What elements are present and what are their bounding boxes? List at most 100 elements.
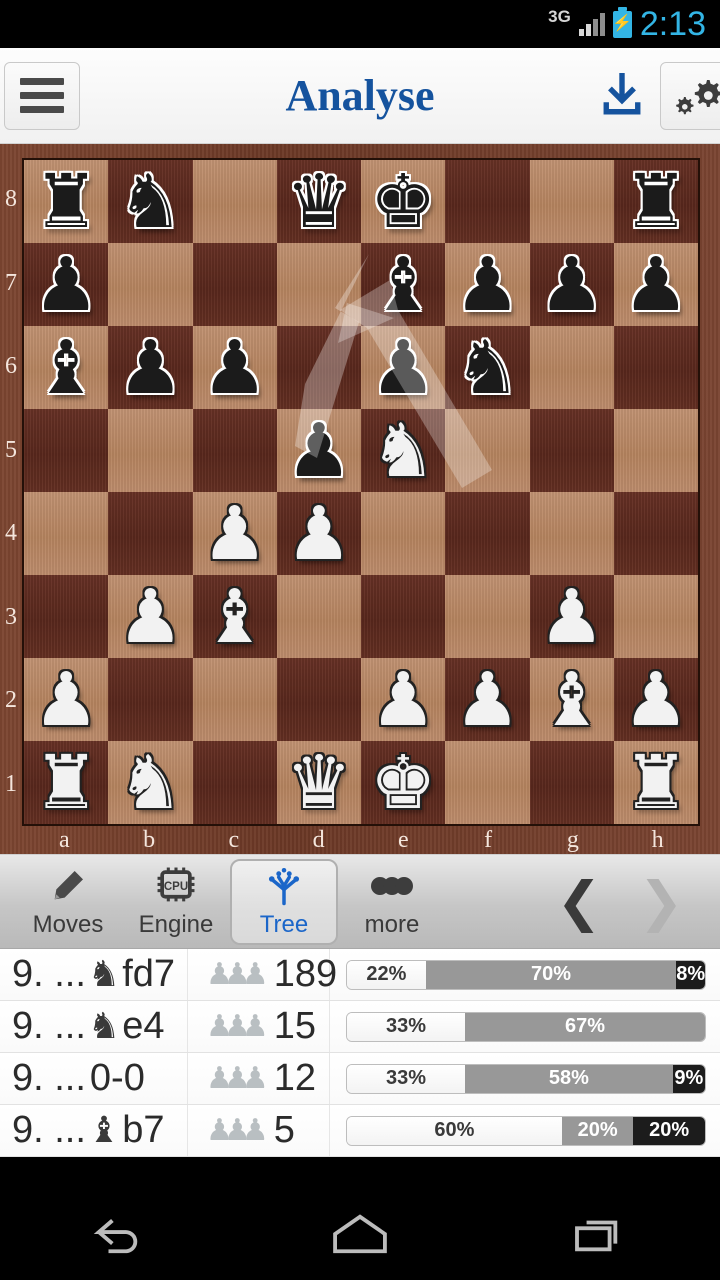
back-button[interactable]: [60, 1204, 180, 1264]
square-d7[interactable]: [276, 243, 361, 326]
square-d6[interactable]: [276, 326, 361, 409]
square-a7[interactable]: ♟: [24, 243, 109, 326]
next-move-button[interactable]: ❯: [620, 859, 702, 945]
square-f5[interactable]: [445, 409, 530, 492]
white-king-e1[interactable]: ♚: [361, 741, 445, 824]
square-c3[interactable]: ♝: [192, 575, 277, 658]
tool-moves[interactable]: Moves: [14, 859, 122, 945]
square-b7[interactable]: [108, 243, 193, 326]
white-rook-a1[interactable]: ♜: [24, 741, 108, 824]
recents-button[interactable]: [540, 1204, 660, 1264]
square-g5[interactable]: [529, 409, 614, 492]
white-pawn-d4[interactable]: ♟: [277, 492, 361, 575]
square-h6[interactable]: [613, 326, 698, 409]
white-bishop-g2[interactable]: ♝: [530, 658, 614, 741]
white-queen-d1[interactable]: ♛: [277, 741, 361, 824]
square-g2[interactable]: ♝: [529, 658, 614, 741]
square-h5[interactable]: [613, 409, 698, 492]
square-h3[interactable]: [613, 575, 698, 658]
square-b1[interactable]: ♞: [108, 741, 193, 824]
square-f7[interactable]: ♟: [445, 243, 530, 326]
square-a5[interactable]: [24, 409, 109, 492]
square-c6[interactable]: ♟: [192, 326, 277, 409]
white-pawn-e2[interactable]: ♟: [361, 658, 445, 741]
black-pawn-e6[interactable]: ♟: [361, 326, 445, 409]
square-c7[interactable]: [192, 243, 277, 326]
black-rook-h8[interactable]: ♜: [614, 160, 698, 243]
square-h1[interactable]: ♜: [613, 741, 698, 824]
square-c1[interactable]: [192, 741, 277, 824]
black-pawn-f7[interactable]: ♟: [445, 243, 529, 326]
square-e6[interactable]: ♟: [361, 326, 446, 409]
white-pawn-b3[interactable]: ♟: [108, 575, 192, 658]
square-g7[interactable]: ♟: [529, 243, 614, 326]
square-e8[interactable]: ♚: [361, 160, 446, 243]
black-knight-b8[interactable]: ♞: [108, 160, 192, 243]
square-h4[interactable]: [613, 492, 698, 575]
black-bishop-e7[interactable]: ♝: [361, 243, 445, 326]
move-row[interactable]: 9. ... 0-0 ♟♟♟ 12 33% 58% 9%: [0, 1053, 720, 1105]
square-f1[interactable]: [445, 741, 530, 824]
square-d5[interactable]: ♟: [276, 409, 361, 492]
square-a6[interactable]: ♝: [24, 326, 109, 409]
black-queen-d8[interactable]: ♛: [277, 160, 361, 243]
square-f6[interactable]: ♞: [445, 326, 530, 409]
white-pawn-f2[interactable]: ♟: [445, 658, 529, 741]
square-b5[interactable]: [108, 409, 193, 492]
square-f2[interactable]: ♟: [445, 658, 530, 741]
square-d2[interactable]: [276, 658, 361, 741]
move-list[interactable]: 9. ... ♞ fd7 ♟♟♟ 189 22% 70% 8% 9. ... ♞ e4 ♟♟♟ 15…: [0, 949, 720, 1157]
chess-board[interactable]: ♜ ♞ ♛ ♚ ♜ ♟ ♝ ♟ ♟ ♟ ♝ ♟ ♟ ♟ ♞ ♟ ♞ ♟ ♟ ♟ ♝ ♟ ♟ ♟ ♟ ♝ ♟ ♜ ♞ ♛ ♚ ♜ 8765432…: [0, 144, 720, 854]
square-b6[interactable]: ♟: [108, 326, 193, 409]
square-a1[interactable]: ♜: [24, 741, 109, 824]
square-c2[interactable]: [192, 658, 277, 741]
white-pawn-a2[interactable]: ♟: [24, 658, 108, 741]
home-button[interactable]: [300, 1204, 420, 1264]
square-e2[interactable]: ♟: [361, 658, 446, 741]
black-pawn-d5[interactable]: ♟: [277, 409, 361, 492]
square-b3[interactable]: ♟: [108, 575, 193, 658]
square-h7[interactable]: ♟: [613, 243, 698, 326]
square-e5[interactable]: ♞: [361, 409, 446, 492]
tool-more[interactable]: more: [338, 859, 446, 945]
square-e3[interactable]: [361, 575, 446, 658]
black-pawn-a7[interactable]: ♟: [24, 243, 108, 326]
white-rook-h1[interactable]: ♜: [614, 741, 698, 824]
square-e4[interactable]: [361, 492, 446, 575]
square-c4[interactable]: ♟: [192, 492, 277, 575]
square-b4[interactable]: [108, 492, 193, 575]
black-bishop-a6[interactable]: ♝: [24, 326, 108, 409]
download-button[interactable]: [584, 62, 660, 130]
black-rook-a8[interactable]: ♜: [24, 160, 108, 243]
square-a2[interactable]: ♟: [24, 658, 109, 741]
square-f8[interactable]: [445, 160, 530, 243]
square-h2[interactable]: ♟: [613, 658, 698, 741]
move-row[interactable]: 9. ... ♝ b7 ♟♟♟ 5 60% 20% 20%: [0, 1105, 720, 1157]
square-d8[interactable]: ♛: [276, 160, 361, 243]
square-g1[interactable]: [529, 741, 614, 824]
white-knight-b1[interactable]: ♞: [108, 741, 192, 824]
square-g6[interactable]: [529, 326, 614, 409]
black-pawn-b6[interactable]: ♟: [108, 326, 192, 409]
white-pawn-c4[interactable]: ♟: [193, 492, 277, 575]
tool-tree[interactable]: Tree: [230, 858, 338, 945]
black-pawn-g7[interactable]: ♟: [530, 243, 614, 326]
white-bishop-c3[interactable]: ♝: [193, 575, 277, 658]
prev-move-button[interactable]: ❮: [538, 859, 620, 945]
white-pawn-h2[interactable]: ♟: [614, 658, 698, 741]
square-h8[interactable]: ♜: [613, 160, 698, 243]
square-g3[interactable]: ♟: [529, 575, 614, 658]
black-pawn-h7[interactable]: ♟: [614, 243, 698, 326]
square-g4[interactable]: [529, 492, 614, 575]
hamburger-menu-button[interactable]: [4, 61, 80, 130]
square-e1[interactable]: ♚: [361, 741, 446, 824]
square-a4[interactable]: [24, 492, 109, 575]
black-knight-f6[interactable]: ♞: [445, 326, 529, 409]
tool-engine[interactable]: CPU Engine: [122, 859, 230, 945]
square-d1[interactable]: ♛: [276, 741, 361, 824]
square-f3[interactable]: [445, 575, 530, 658]
square-d4[interactable]: ♟: [276, 492, 361, 575]
square-e7[interactable]: ♝: [361, 243, 446, 326]
square-b8[interactable]: ♞: [108, 160, 193, 243]
square-a8[interactable]: ♜: [24, 160, 109, 243]
